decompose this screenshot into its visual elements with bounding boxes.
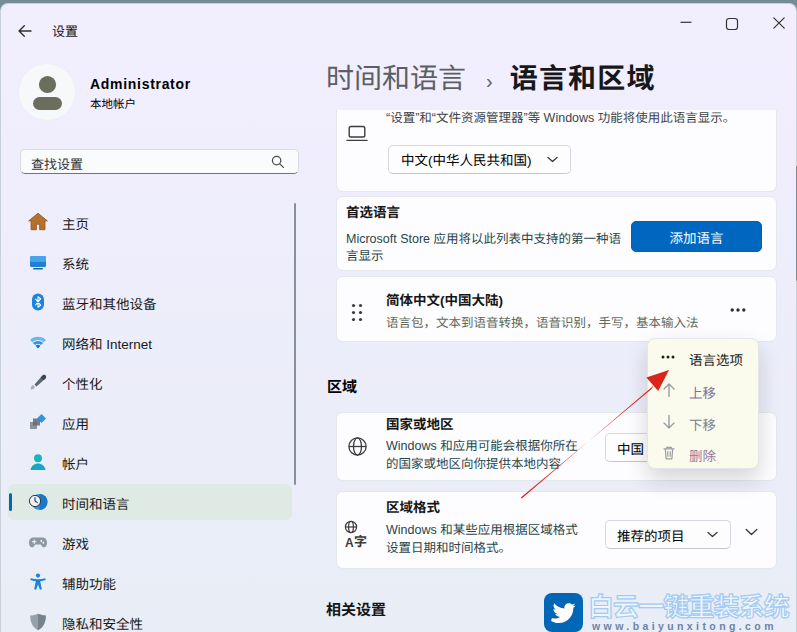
svg-text:字: 字 bbox=[354, 531, 367, 548]
svg-text:A: A bbox=[345, 536, 354, 548]
